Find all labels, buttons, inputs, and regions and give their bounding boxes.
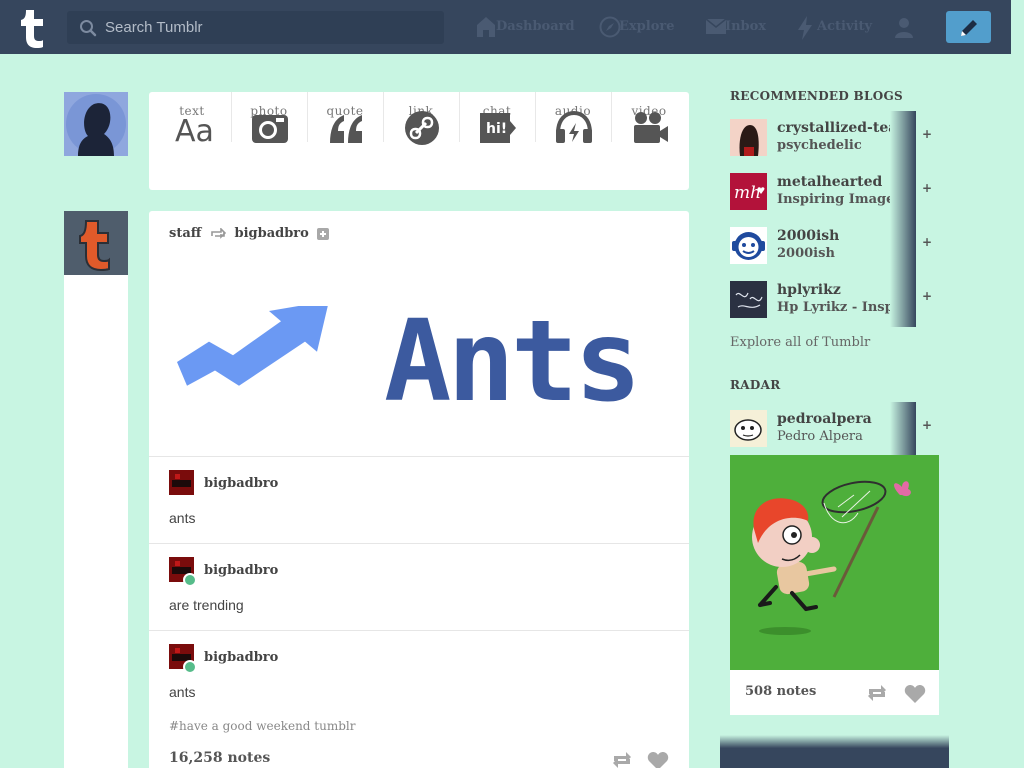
envelope-icon	[705, 18, 727, 34]
camera-icon	[252, 115, 288, 143]
radar-blog[interactable]: pedroalpera Pedro Alpera +	[730, 402, 945, 456]
post-type-link[interactable]: link	[383, 92, 459, 162]
post-type-quote[interactable]: quote	[307, 92, 383, 162]
hero-text: Ants	[384, 306, 638, 406]
tumblr-logo-icon[interactable]	[16, 6, 50, 48]
reblogged-from-link[interactable]: bigbadbro	[234, 226, 308, 241]
radar-heading: RADAR	[730, 378, 781, 392]
reblog-comment: ants	[169, 510, 196, 526]
svg-text:hi!: hi!	[486, 121, 507, 137]
reblog-entry: bigbadbro ants	[169, 630, 669, 710]
reblogger-name[interactable]: bigbadbro	[204, 476, 278, 491]
compose-button[interactable]	[946, 11, 991, 43]
follow-plus-icon[interactable]	[317, 227, 330, 240]
user-avatar[interactable]	[64, 92, 128, 156]
blog-avatar[interactable]	[730, 227, 767, 264]
reblog-comment: are trending	[169, 597, 244, 613]
user-icon	[895, 18, 913, 38]
follow-button[interactable]: +	[916, 177, 938, 199]
fade-overlay	[890, 402, 916, 456]
reblog-arrow-icon	[211, 227, 226, 239]
blog-avatar[interactable]	[730, 119, 767, 156]
reblog-comment: ants	[169, 684, 196, 700]
reblog-badge-icon	[183, 660, 197, 674]
fade-overlay	[890, 273, 916, 327]
video-camera-icon	[634, 112, 668, 143]
post-type-chat[interactable]: chat hi!	[459, 92, 535, 162]
blog-avatar[interactable]	[730, 410, 767, 447]
post-type-menu: text Aa photo quote link chat hi! audio …	[149, 92, 689, 190]
avatar-sticky-column	[64, 275, 128, 768]
recommended-blog[interactable]: hplyrikz Hp Lyrikz - Inspiring +	[730, 273, 945, 327]
follow-button[interactable]: +	[916, 123, 938, 145]
post-notes-count[interactable]: 16,258 notes	[169, 750, 270, 766]
post-image[interactable]: Ants	[169, 297, 669, 427]
quote-icon	[330, 115, 362, 143]
search-box[interactable]	[67, 11, 444, 44]
pencil-icon	[961, 20, 977, 36]
recommended-blog[interactable]: mh metalhearted Inspiring Images, +	[730, 165, 945, 219]
blog-avatar[interactable]: mh	[730, 173, 767, 210]
top-navigation-bar: Dashboard Explore Inbox Activity	[0, 0, 1011, 54]
post-type-video[interactable]: video	[611, 92, 687, 162]
follow-button[interactable]: +	[916, 414, 938, 436]
blog-avatar[interactable]	[730, 281, 767, 318]
home-icon	[477, 17, 495, 37]
reblog-entry: bigbadbro are trending	[169, 543, 669, 623]
svg-text:Aa: Aa	[175, 114, 214, 145]
post-type-text[interactable]: text Aa	[154, 92, 230, 162]
reblog-icon[interactable]	[611, 751, 633, 768]
text-aa-icon: Aa	[175, 114, 214, 145]
search-input[interactable]	[105, 11, 435, 44]
fade-overlay	[890, 111, 916, 165]
post-header: staff bigbadbro	[169, 226, 330, 241]
follow-button[interactable]: +	[916, 285, 938, 307]
reblog-entry: bigbadbro ants	[169, 456, 669, 536]
explore-all-link[interactable]: Explore all of Tumblr	[730, 335, 870, 350]
recommended-blogs-heading: RECOMMENDED BLOGS	[730, 89, 903, 103]
lightning-icon	[798, 16, 812, 40]
follow-button[interactable]: +	[916, 231, 938, 253]
heart-icon[interactable]	[647, 751, 669, 768]
radar-post: 508 notes	[730, 455, 939, 715]
chat-bubble-icon: hi!	[480, 113, 516, 143]
heart-icon[interactable]	[904, 684, 926, 704]
nav-inbox[interactable]: Inbox	[705, 16, 766, 42]
post-tag[interactable]: #have a good weekend tumblr	[169, 719, 356, 733]
nav-activity[interactable]: Activity	[797, 16, 872, 42]
radar-post-image[interactable]	[730, 455, 939, 670]
fade-overlay	[890, 219, 916, 273]
headphones-icon	[556, 110, 592, 143]
radar-notes-count[interactable]: 508 notes	[745, 684, 816, 699]
link-icon	[405, 111, 439, 145]
sidebar-next-item	[720, 735, 949, 768]
fade-overlay	[890, 165, 916, 219]
compass-icon	[599, 16, 621, 38]
reblogger-name[interactable]: bigbadbro	[204, 563, 278, 578]
recommended-blog[interactable]: crystallized-tears psychedelic +	[730, 111, 945, 165]
post-type-photo[interactable]: photo	[231, 92, 307, 162]
post-type-audio[interactable]: audio	[535, 92, 611, 162]
reblogger-name[interactable]: bigbadbro	[204, 650, 278, 665]
nav-explore[interactable]: Explore	[599, 16, 674, 42]
nav-dashboard[interactable]: Dashboard	[476, 16, 575, 42]
dashboard-post: staff bigbadbro Ants bigbadbro ants bigb…	[149, 211, 689, 768]
reblogger-avatar[interactable]	[169, 470, 194, 495]
recommended-blog[interactable]: 2000ish 2000ish +	[730, 219, 945, 273]
svg-text:mh: mh	[734, 183, 761, 203]
search-icon	[80, 20, 97, 37]
post-author-link[interactable]: staff	[169, 226, 201, 241]
reblog-icon[interactable]	[866, 684, 888, 702]
staff-avatar[interactable]	[64, 211, 128, 275]
reblog-badge-icon	[183, 573, 197, 587]
